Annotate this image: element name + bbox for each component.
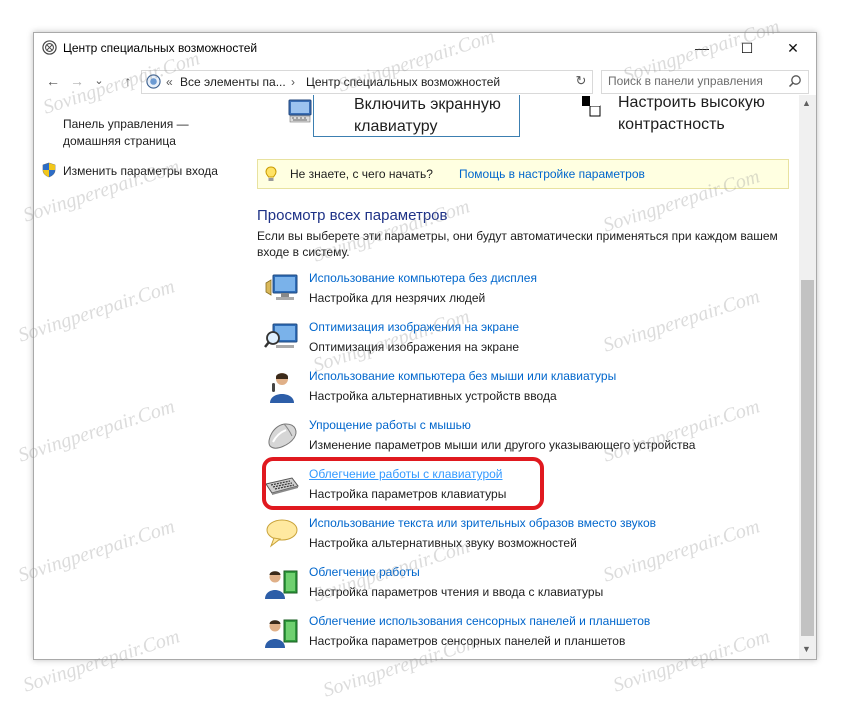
option-mouse[interactable]: Упрощение работы с мышью Изменение парам…	[264, 416, 784, 460]
vertical-scrollbar[interactable]: ▲ ▼	[799, 95, 816, 659]
breadcrumb-ease-of-access[interactable]: Центр специальных возможностей	[306, 75, 500, 89]
ease-of-access-icon	[42, 40, 57, 55]
option-title[interactable]: Использование компьютера без мыши или кл…	[309, 369, 616, 383]
option-subtitle: Настройка для незрячих людей	[309, 291, 486, 305]
refresh-icon[interactable]: ↻	[573, 73, 589, 89]
close-button[interactable]: ✕	[770, 33, 816, 63]
option-title[interactable]: Использование компьютера без дисплея	[309, 271, 537, 285]
highlight-annotation	[262, 457, 544, 510]
search-input[interactable]	[608, 73, 778, 89]
scrollbar-thumb[interactable]	[801, 280, 814, 636]
window-title: Центр специальных возможностей	[63, 41, 258, 55]
option-optimize-visual[interactable]: Оптимизация изображения на экране Оптими…	[264, 318, 784, 362]
option-subtitle: Оптимизация изображения на экране	[309, 340, 520, 354]
option-subtitle: Настройка параметров сенсорных панелей и…	[309, 634, 626, 648]
on-screen-keyboard-icon	[288, 99, 312, 123]
breadcrumb-all-items[interactable]: Все элементы па...	[180, 75, 286, 89]
option-subtitle: Изменение параметров мыши или другого ук…	[309, 438, 696, 452]
option-touch-tablets[interactable]: Облегчение использования сенсорных панел…	[264, 612, 784, 656]
address-overflow[interactable]: «	[166, 75, 173, 89]
forward-button[interactable]: →	[67, 71, 87, 91]
control-panel-icon	[146, 74, 161, 89]
address-bar[interactable]: « Все элементы па... › Центр специальных…	[141, 70, 676, 94]
option-text-visual[interactable]: Использование текста или зрительных обра…	[264, 514, 784, 558]
monitor-speaker-icon	[265, 274, 298, 300]
option-easier-to-focus[interactable]: Облегчение работы Настройка параметров ч…	[264, 563, 784, 607]
search-icon[interactable]	[788, 74, 802, 88]
lightbulb-icon	[265, 166, 277, 181]
left-navigation-pane: Панель управления — домашняя страница Из…	[34, 103, 239, 659]
navigation-bar: ← → ⌄ ↑ « Все элементы па... › Центр спе…	[34, 67, 816, 95]
title-bar[interactable]: Центр специальных возможностей — ☐ ✕	[34, 33, 816, 63]
recent-locations-button[interactable]: ⌄	[89, 71, 109, 91]
option-subtitle: Настройка параметров чтения и ввода с кл…	[309, 585, 604, 599]
option-no-display[interactable]: Использование компьютера без дисплея Нас…	[264, 269, 784, 313]
search-box[interactable]	[601, 70, 809, 94]
breadcrumb-separator[interactable]: ›	[291, 75, 295, 89]
option-title[interactable]: Оптимизация изображения на экране	[309, 320, 519, 334]
section-description: Если вы выберете эти параметры, они буду…	[257, 229, 778, 259]
person-tablet-icon	[265, 619, 298, 648]
scroll-down-arrow-icon[interactable]: ▼	[802, 644, 811, 654]
option-title[interactable]: Упрощение работы с мышью	[309, 418, 471, 432]
high-contrast-label: Настроить высокую контрастность	[618, 95, 765, 133]
monitor-magnifier-icon	[264, 323, 298, 348]
section-title: Просмотр всех параметров	[257, 207, 448, 224]
change-logon-settings-link[interactable]: Изменить параметры входа	[63, 164, 218, 178]
high-contrast-item[interactable]: Настроить высокую контрастность	[539, 95, 779, 138]
control-panel-window: Центр специальных возможностей — ☐ ✕ ← →…	[33, 32, 817, 660]
on-screen-keyboard-item[interactable]: Включить экранную клавиатуру	[279, 95, 520, 138]
up-button[interactable]: ↑	[118, 71, 138, 91]
uac-shield-icon	[42, 162, 56, 178]
speech-bubble-icon	[266, 519, 298, 548]
minimize-button[interactable]: —	[679, 33, 725, 63]
option-title[interactable]: Облегчение работы	[309, 565, 420, 579]
option-no-mouse-keyboard[interactable]: Использование компьютера без мыши или кл…	[264, 367, 784, 411]
maximize-button[interactable]: ☐	[724, 33, 770, 63]
option-subtitle: Настройка альтернативных звуку возможнос…	[309, 536, 577, 550]
back-button[interactable]: ←	[43, 71, 63, 91]
option-subtitle: Настройка альтернативных устройств ввода	[309, 389, 557, 403]
tip-question: Не знаете, с чего начать?	[290, 167, 433, 181]
person-microphone-icon	[270, 373, 294, 403]
main-content: Включить экранную клавиатуру Настроить в…	[239, 95, 799, 659]
control-panel-home-link[interactable]: Панель управления — домашняя страница	[63, 116, 223, 150]
setup-help-link[interactable]: Помощь в настройке параметров	[459, 167, 645, 181]
person-book-icon	[265, 570, 298, 599]
option-title[interactable]: Облегчение использования сенсорных панел…	[309, 614, 650, 628]
mouse-icon	[268, 423, 297, 449]
option-title[interactable]: Использование текста или зрительных обра…	[309, 516, 656, 530]
tip-bar: Не знаете, с чего начать? Помощь в настр…	[257, 159, 789, 189]
high-contrast-icon	[582, 96, 601, 117]
on-screen-keyboard-label: Включить экранную клавиатуру	[354, 96, 501, 135]
scroll-up-arrow-icon[interactable]: ▲	[802, 98, 811, 108]
